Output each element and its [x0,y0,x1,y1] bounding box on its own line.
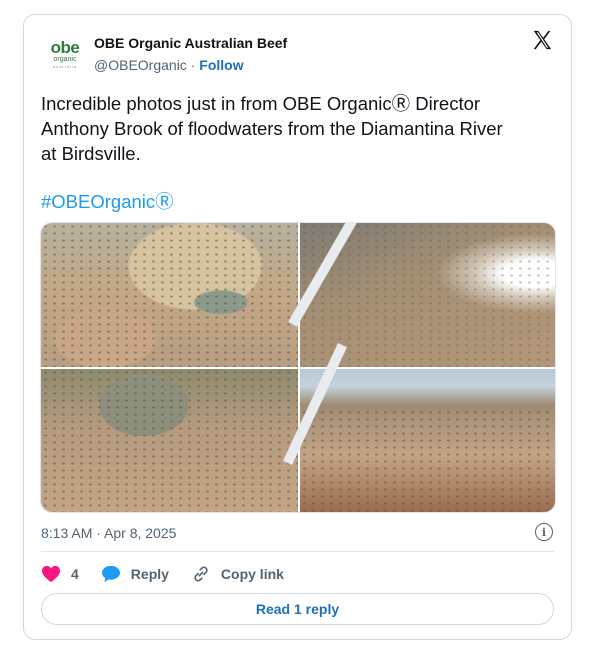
link-icon [194,566,208,582]
flood-plain-horizon-photo[interactable] [282,342,555,512]
author-handle[interactable]: @OBEOrganic [94,57,187,73]
reply-button[interactable]: Reply [101,565,169,583]
info-icon[interactable]: i [535,523,553,541]
divider [41,551,554,552]
action-bar: 4 Reply Copy link [41,563,306,585]
avatar-logo-subtext: organic [53,55,77,63]
like-count: 4 [71,566,79,582]
flooded-town-aerial-photo[interactable] [41,223,298,367]
heart-icon [42,565,60,583]
handle-separator: · [190,57,196,73]
tweet-text-line: at Birdsville. [41,143,141,164]
author-name[interactable]: OBE Organic Australian Beef [94,35,287,51]
media-grid [40,222,556,513]
reply-bubble-icon [101,565,120,583]
reply-label: Reply [130,566,169,582]
flooded-streets-aerial-photo[interactable] [41,369,298,512]
tweet-card: obe organic australia OBE Organic Austra… [23,14,572,640]
tweet-text-line: Incredible photos just in from OBE Organ… [41,93,481,114]
read-replies-button[interactable]: Read 1 reply [41,593,554,625]
author-avatar[interactable]: obe organic australia [44,33,86,75]
copy-link-label: Copy link [220,566,284,582]
x-logo-icon[interactable] [531,29,553,51]
copy-link-button[interactable]: Copy link [191,564,284,584]
author-handle-row: @OBEOrganic · Follow [94,57,244,73]
tweet-text: Incredible photos just in from OBE Organ… [41,91,556,166]
tweet-text-line: Anthony Brook of floodwaters from the Di… [41,118,503,139]
avatar-logo-text: obe [50,37,80,57]
hashtag-link[interactable]: #OBEOrganicⓇ [41,188,174,214]
like-button[interactable]: 4 [41,565,79,583]
tweet-timestamp[interactable]: 8:13 AM · Apr 8, 2025 [41,525,176,541]
avatar-logo-subtext2: australia [52,63,78,69]
follow-button[interactable]: Follow [199,57,243,73]
